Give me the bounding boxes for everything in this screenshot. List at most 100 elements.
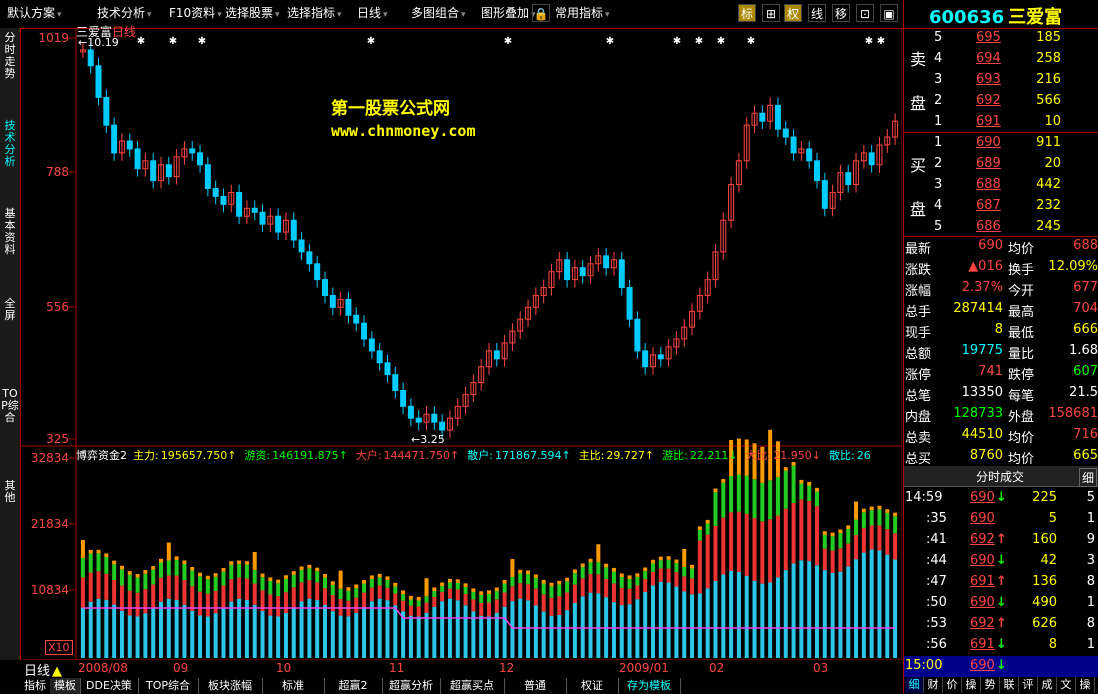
sell-level-row[interactable]: 5 695 185	[904, 28, 1098, 49]
bottom-tab[interactable]: TOP综合	[138, 678, 199, 694]
indicator-bar	[338, 615, 343, 658]
sell-level-row[interactable]: 1 691 10	[904, 112, 1098, 133]
bottom-tab[interactable]: 标准	[262, 678, 325, 694]
quote-bottom-tab[interactable]: 财	[924, 677, 943, 693]
bottom-tab[interactable]: 超赢买点	[440, 678, 505, 694]
left-tab-3[interactable]: 全屏	[1, 298, 19, 322]
left-tab-4[interactable]: TOP综合	[1, 388, 19, 424]
indicator-bar	[588, 574, 593, 593]
quote-bottom-tab[interactable]: 评	[1019, 677, 1038, 693]
period-selector[interactable]: 日线 ▲	[24, 660, 62, 679]
toolbar-item-1[interactable]: 技术分析 ▾	[94, 3, 155, 23]
quote-bottom-tab[interactable]: 操	[962, 677, 981, 693]
indicator-bar	[697, 540, 702, 594]
grid-icon[interactable]: ⊞	[762, 4, 780, 22]
quote-bottom-tab[interactable]: 细	[905, 677, 924, 693]
rights-icon[interactable]: 权	[784, 4, 802, 22]
indicator-bar	[346, 590, 351, 601]
indicator-bar	[104, 553, 109, 557]
buy-level-row[interactable]: 3 688 442	[904, 175, 1098, 196]
frame-icon[interactable]: ⊡	[856, 4, 874, 22]
candle	[626, 279, 633, 328]
quote-bottom-tab[interactable]: 文	[1057, 677, 1076, 693]
toolbar-item-6[interactable]: 多图组合 ▾	[408, 3, 469, 23]
event-marker[interactable]: ✱	[747, 36, 755, 47]
event-marker[interactable]: ✱	[877, 36, 885, 47]
indicator-bar	[783, 570, 788, 658]
lock-icon[interactable]: 🔒	[532, 4, 550, 22]
toolbar-item-3[interactable]: 选择股票 ▾	[222, 3, 283, 23]
toolbar-item-2[interactable]: F10资料 ▾	[166, 3, 225, 23]
event-marker[interactable]: ✱	[865, 36, 873, 47]
line-icon[interactable]: 线	[808, 4, 826, 22]
indicator-bar	[323, 605, 327, 658]
tick-count: 3	[1086, 553, 1095, 568]
bottom-tab[interactable]: 存为模板	[618, 678, 681, 694]
kline-chart-area[interactable]: ✱ ✱ ✱ ✱ ✱ ✱ ✱ ✱ ✱ ✱ ✱ ✱ 三爱富日线 ←10.19 ←3.25 第一股票公式网 …	[21, 25, 902, 675]
event-marker[interactable]: ✱	[367, 36, 375, 47]
indicator-bar	[791, 563, 796, 658]
indicator-bar	[580, 563, 585, 568]
event-marker[interactable]: ✱	[606, 36, 614, 47]
indicator-bar	[744, 575, 749, 658]
buy-level-row[interactable]: 4 687 232	[904, 196, 1098, 217]
toolbar-item-5[interactable]: 日线 ▾	[354, 3, 391, 23]
candle	[759, 105, 766, 130]
ticks-detail-button[interactable]: 细	[1078, 468, 1097, 487]
stat-value: 666	[1073, 322, 1098, 337]
ticks-header[interactable]: 分时成交 细	[904, 466, 1098, 487]
indicator-bar	[721, 482, 726, 518]
toolbar-item-7[interactable]: 图形叠加 ▾	[478, 3, 539, 23]
bottom-tab[interactable]: 板块涨幅	[198, 678, 263, 694]
candle	[158, 156, 164, 189]
sell-level-row[interactable]: 3 693 216	[904, 70, 1098, 91]
event-marker[interactable]: ✱	[198, 36, 206, 47]
indicator-bar	[229, 564, 234, 580]
indicator-bar	[283, 592, 288, 614]
bottom-tab[interactable]: 超赢2	[324, 678, 383, 694]
indicator-bar	[151, 607, 156, 658]
toolbar-item-8[interactable]: 常用指标 ▾	[552, 3, 613, 23]
indicator-bar	[283, 578, 288, 593]
buy-level-row[interactable]: 5 686 245	[904, 217, 1098, 238]
toolbar-item-4[interactable]: 选择指标 ▾	[284, 3, 345, 23]
bottom-tab[interactable]: 指标	[20, 678, 51, 694]
quote-bottom-tab[interactable]: 成	[1038, 677, 1057, 693]
event-marker[interactable]: ✱	[717, 36, 725, 47]
indicator-bar	[846, 566, 851, 658]
toolbar-item-0[interactable]: 默认方案 ▾	[4, 3, 65, 23]
indicator-bar	[494, 591, 499, 600]
quote-bottom-tab[interactable]: 操	[1076, 677, 1095, 693]
event-marker[interactable]: ✱	[169, 36, 177, 47]
bottom-tab[interactable]: 普通	[504, 678, 567, 694]
left-tab-1[interactable]: 技术分析	[1, 120, 19, 168]
event-marker[interactable]: ✱	[673, 36, 681, 47]
bottom-tab[interactable]: 模板	[50, 678, 81, 694]
candle	[884, 129, 891, 153]
multiplier-badge[interactable]: X10	[45, 640, 73, 655]
window-icon[interactable]: ▣	[880, 4, 898, 22]
indicator-bar	[526, 570, 531, 575]
tick-price: 690	[970, 658, 995, 673]
left-tab-5[interactable]: 其他	[1, 480, 19, 504]
bottom-tab[interactable]: 超赢分析	[382, 678, 441, 694]
event-marker[interactable]: ✱	[504, 36, 512, 47]
event-marker[interactable]: ✱	[695, 36, 703, 47]
buy-level-row[interactable]: 2 689 20	[904, 154, 1098, 175]
buy-level-row[interactable]: 1 690 911	[904, 133, 1098, 154]
sell-level-row[interactable]: 4 694 258	[904, 49, 1098, 70]
event-marker[interactable]: ✱	[137, 36, 145, 47]
candle	[556, 251, 563, 280]
bottom-tab[interactable]: DDE决策	[80, 678, 139, 694]
quote-bottom-tab[interactable]: 价	[943, 677, 962, 693]
indicator-bar	[760, 482, 765, 522]
left-tab-0[interactable]: 分时走势	[1, 32, 19, 80]
quote-bottom-tab[interactable]: 联	[1000, 677, 1019, 693]
quote-bottom-tab[interactable]: 势	[981, 677, 1000, 693]
sell-level-row[interactable]: 2 692 566	[904, 91, 1098, 112]
bottom-tab[interactable]: 权证	[566, 678, 619, 694]
move-icon[interactable]: 移	[832, 4, 850, 22]
left-tab-2[interactable]: 基本资料	[1, 208, 19, 256]
indicator-bar	[799, 499, 804, 561]
mark-icon[interactable]: 标	[738, 4, 756, 22]
